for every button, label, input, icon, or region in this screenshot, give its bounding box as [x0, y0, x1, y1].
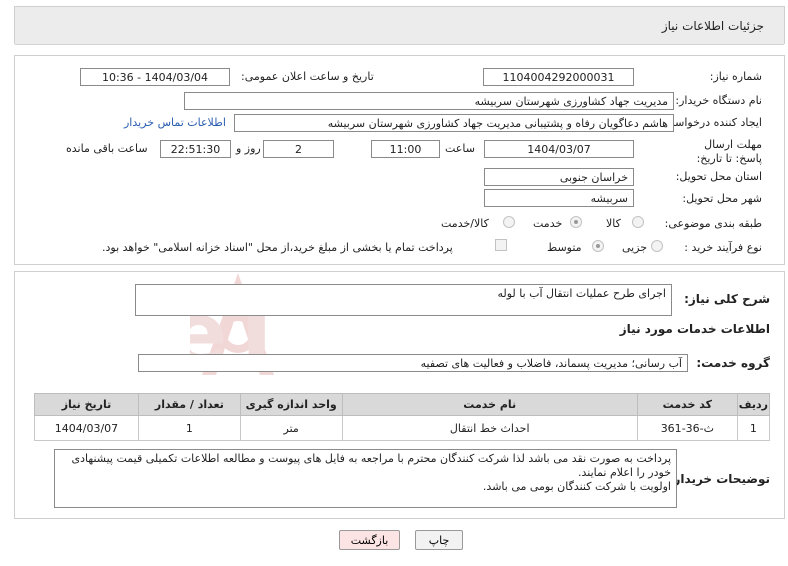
buyer-contact-link[interactable]: اطلاعات تماس خریدار — [124, 116, 226, 129]
remaining-time-field: 22:51:30 — [160, 140, 231, 158]
details-panel: جزئیات اطلاعات نیاز — [14, 6, 785, 45]
city-field: سربیشه — [484, 189, 634, 207]
page-title: جزئیات اطلاعات نیاز — [661, 18, 764, 33]
purchase-option-minor: جزیی — [622, 241, 648, 254]
purchase-option-medium: متوسط — [547, 241, 582, 254]
table-header-row: ردیف کد خدمت نام خدمت واحد اندازه گیری ت… — [34, 393, 771, 416]
deadline-label: مهلت ارسال پاسخ: تا تاریخ: — [696, 138, 762, 165]
cell-name: احداث خط انتقال — [341, 415, 638, 441]
deadline-time-field: 11:00 — [371, 140, 440, 158]
print-button[interactable]: چاپ — [415, 530, 463, 550]
cell-unit: متر — [239, 415, 343, 441]
province-field: خراسان جنوبی — [484, 168, 634, 186]
days-field: 2 — [263, 140, 334, 158]
buyer-notes-label: توضیحات خریدار: — [668, 472, 770, 486]
purchase-type-label: نوع فرآیند خرید : — [684, 241, 762, 254]
need-number-label: شماره نیاز: — [709, 70, 762, 83]
services-heading: اطلاعات خدمات مورد نیاز — [619, 322, 770, 336]
col-qty-header: تعداد / مقدار — [137, 393, 241, 416]
panel-header: جزئیات اطلاعات نیاز — [15, 7, 784, 45]
requester-field: هاشم دعاگویان رفاه و پشتیبانی مدیریت جها… — [234, 114, 674, 132]
col-code-header: کد خدمت — [636, 393, 738, 416]
purchase-radio-medium[interactable] — [592, 240, 604, 252]
service-group-field: آب رسانی؛ مدیریت پسماند، فاضلاب و فعالیت… — [138, 354, 688, 372]
requester-label: ایجاد کننده درخواست: — [660, 116, 762, 129]
category-option-goods: کالا — [606, 217, 621, 230]
summary-label: شرح کلی نیاز: — [684, 292, 770, 306]
services-table: ردیف کد خدمت نام خدمت واحد اندازه گیری ت… — [34, 393, 771, 441]
city-label: شهر محل تحویل: — [682, 192, 762, 205]
deadline-date-field: 1404/03/07 — [484, 140, 634, 158]
summary-field: اجرای طرح عملیات انتقال آب با لوله — [135, 284, 672, 316]
table-row: 1 ث-36-361 احداث خط انتقال متر 1 1404/03… — [34, 415, 771, 441]
category-radio-goods-service[interactable] — [503, 216, 515, 228]
service-group-label: گروه خدمت: — [696, 356, 770, 370]
remaining-label: ساعت باقی مانده — [66, 142, 148, 155]
cell-qty: 1 — [137, 415, 241, 441]
buyer-org-label: نام دستگاه خریدار: — [675, 94, 762, 107]
buyer-org-field: مدیریت جهاد کشاورزی شهرستان سربیشه — [184, 92, 674, 110]
need-info-section — [14, 55, 785, 265]
cell-date: 1404/03/07 — [34, 415, 139, 441]
day-and-label: روز و — [236, 142, 261, 155]
category-radio-service[interactable] — [570, 216, 582, 228]
buyer-notes-field: پرداخت به صورت نقد می باشد لذا شرکت کنند… — [54, 449, 677, 508]
announce-datetime-field: 1404/03/04 - 10:36 — [80, 68, 230, 86]
col-unit-header: واحد اندازه گیری — [239, 393, 343, 416]
category-label: طبقه بندی موضوعی: — [664, 217, 762, 230]
col-row-header: ردیف — [736, 393, 771, 416]
category-option-goods-service: کالا/خدمت — [441, 217, 489, 230]
treasury-payment-checkbox[interactable] — [495, 239, 507, 251]
cell-code: ث-36-361 — [636, 415, 738, 441]
need-number-field: 1104004292000031 — [483, 68, 634, 86]
cell-row: 1 — [736, 415, 771, 441]
col-name-header: نام خدمت — [341, 393, 638, 416]
purchase-radio-minor[interactable] — [651, 240, 663, 252]
category-radio-goods[interactable] — [632, 216, 644, 228]
treasury-payment-label: پرداخت تمام یا بخشی از مبلغ خرید،از محل … — [102, 241, 453, 254]
province-label: استان محل تحویل: — [675, 170, 762, 183]
time-label: ساعت — [445, 142, 475, 155]
col-date-header: تاریخ نیاز — [34, 393, 139, 416]
category-option-service: خدمت — [533, 217, 563, 230]
announce-datetime-label: تاریخ و ساعت اعلان عمومی: — [241, 70, 374, 83]
back-button[interactable]: بازگشت — [339, 530, 400, 550]
